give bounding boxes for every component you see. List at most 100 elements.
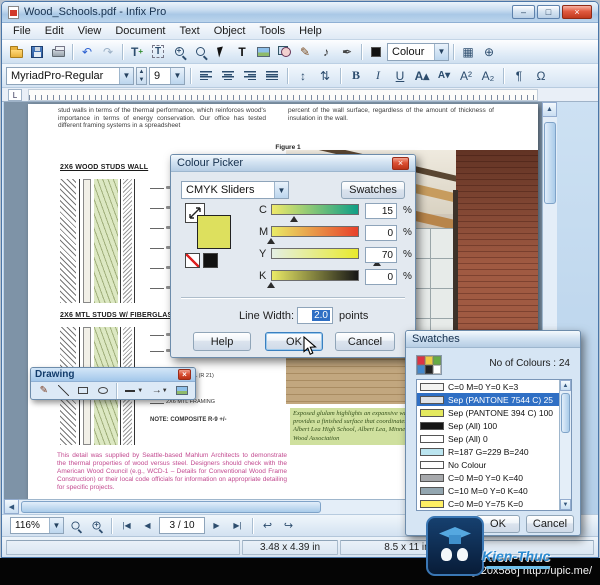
- image-tool-icon[interactable]: [253, 42, 273, 62]
- current-colour-square[interactable]: [197, 215, 231, 249]
- menu-file[interactable]: File: [6, 24, 38, 38]
- pen-tool-icon[interactable]: ✎: [295, 42, 315, 62]
- swatch-row[interactable]: Sep (All) 100: [417, 419, 559, 432]
- menu-document[interactable]: Document: [108, 24, 172, 38]
- swatch-row[interactable]: C=0 M=0 Y=75 K=0: [417, 497, 559, 510]
- colour-mode-dropdown[interactable]: CMYK Sliders ▼: [181, 181, 289, 199]
- previous-view-button[interactable]: ↩: [258, 517, 277, 534]
- add-object-icon[interactable]: ⊕: [479, 42, 499, 62]
- line-spacing-icon[interactable]: ↕: [293, 66, 313, 86]
- scroll-up-icon[interactable]: ▲: [560, 380, 571, 391]
- swatch-row[interactable]: Sep (PANTONE 394 C) 100: [417, 406, 559, 419]
- note-tool-icon[interactable]: ♪: [316, 42, 336, 62]
- character-palette-icon[interactable]: Ω: [531, 66, 551, 86]
- magenta-value-field[interactable]: 0: [365, 225, 397, 241]
- save-icon[interactable]: [27, 42, 47, 62]
- yellow-slider[interactable]: [271, 248, 359, 259]
- swatch-row[interactable]: C=0 M=0 Y=0 K=40: [417, 471, 559, 484]
- align-justify-icon[interactable]: [262, 66, 282, 86]
- zoom-tool-icon[interactable]: [190, 42, 210, 62]
- swatch-row[interactable]: R=187 G=229 B=240: [417, 445, 559, 458]
- redo-icon[interactable]: ↷: [98, 42, 118, 62]
- swatches-titlebar[interactable]: Swatches: [406, 331, 580, 348]
- help-button[interactable]: Help: [193, 332, 251, 351]
- swatch-row[interactable]: C=10 M=0 Y=0 K=40: [417, 484, 559, 497]
- menu-text[interactable]: Text: [173, 24, 207, 38]
- tab-selector[interactable]: L: [8, 89, 22, 101]
- paragraph-marks-icon[interactable]: ¶: [509, 66, 529, 86]
- minimize-button[interactable]: –: [512, 5, 535, 19]
- grid-icon[interactable]: ▦: [458, 42, 478, 62]
- select-tool-icon[interactable]: [211, 42, 231, 62]
- slider-marker-icon[interactable]: [267, 282, 275, 288]
- align-center-icon[interactable]: [218, 66, 238, 86]
- line-tool-icon[interactable]: [55, 383, 73, 398]
- vertical-scroll-thumb[interactable]: [544, 122, 556, 204]
- previous-page-button[interactable]: ◀: [138, 517, 157, 534]
- undo-icon[interactable]: ↶: [77, 42, 97, 62]
- scroll-left-icon[interactable]: ◀: [4, 499, 19, 514]
- swatch-list-scrollbar[interactable]: ▲ ▼: [559, 380, 571, 510]
- scroll-up-icon[interactable]: ▲: [542, 102, 557, 117]
- yellow-value-field[interactable]: 70: [365, 247, 397, 263]
- close-icon[interactable]: ×: [392, 157, 409, 170]
- black-value-field[interactable]: 0: [365, 269, 397, 285]
- slider-marker-icon[interactable]: [290, 216, 298, 222]
- paragraph-spacing-icon[interactable]: ⇅: [315, 66, 335, 86]
- slider-marker-icon[interactable]: [267, 238, 275, 244]
- black-colour-icon[interactable]: [203, 253, 218, 268]
- cancel-button[interactable]: Cancel: [335, 332, 395, 351]
- drawing-toolbar-titlebar[interactable]: Drawing ×: [31, 368, 195, 382]
- black-slider[interactable]: [271, 270, 359, 281]
- title-bar[interactable]: Wood_Schools.pdf - Infix Pro – □ ×: [2, 2, 598, 23]
- shapes-tool-icon[interactable]: [274, 42, 294, 62]
- close-icon[interactable]: ×: [178, 369, 191, 380]
- maximize-button[interactable]: □: [537, 5, 560, 19]
- eyedropper-icon[interactable]: ✒: [337, 42, 357, 62]
- colour-dropdown[interactable]: Colour ▼: [387, 43, 449, 61]
- zoom-in-button[interactable]: [87, 517, 106, 534]
- open-file-icon[interactable]: [6, 42, 26, 62]
- swatch-row[interactable]: No Colour: [417, 458, 559, 471]
- align-right-icon[interactable]: [240, 66, 260, 86]
- subscript-icon[interactable]: A₂: [478, 66, 498, 86]
- menu-edit[interactable]: Edit: [38, 24, 71, 38]
- rectangle-tool-icon[interactable]: [74, 383, 92, 398]
- swatch-row[interactable]: C=0 M=0 Y=0 K=3: [417, 380, 559, 393]
- last-page-button[interactable]: ▶|: [228, 517, 247, 534]
- font-family-combo[interactable]: MyriadPro-Regular ▼: [6, 67, 134, 85]
- ellipse-tool-icon[interactable]: [94, 383, 112, 398]
- swatches-ok-button[interactable]: OK: [476, 515, 520, 533]
- text-frame-icon[interactable]: T: [148, 42, 168, 62]
- menu-object[interactable]: Object: [207, 24, 253, 38]
- next-page-button[interactable]: ▶: [207, 517, 226, 534]
- zoom-out-button[interactable]: [66, 517, 85, 534]
- menu-help[interactable]: Help: [292, 24, 329, 38]
- zoom-in-icon[interactable]: [169, 42, 189, 62]
- first-page-button[interactable]: |◀: [117, 517, 136, 534]
- italic-button[interactable]: I: [368, 66, 388, 86]
- horizontal-scroll-thumb[interactable]: [21, 501, 321, 513]
- font-spinner[interactable]: ▲▼: [136, 67, 147, 85]
- insert-text-icon[interactable]: T+: [127, 42, 147, 62]
- shrink-font-icon[interactable]: A▾: [434, 66, 454, 86]
- close-button[interactable]: ×: [562, 5, 592, 19]
- scroll-down-icon[interactable]: ▼: [560, 499, 571, 510]
- magenta-slider[interactable]: [271, 226, 359, 237]
- zoom-combo[interactable]: 116% ▼: [10, 517, 64, 534]
- line-width-field[interactable]: 2.0: [297, 307, 333, 324]
- cyan-value-field[interactable]: 15: [365, 203, 397, 219]
- arrow-style-dropdown[interactable]: →▼: [148, 383, 171, 398]
- align-left-icon[interactable]: [196, 66, 216, 86]
- swatches-cancel-button[interactable]: Cancel: [526, 515, 574, 533]
- page-indicator[interactable]: 3 / 10: [159, 517, 205, 534]
- stamp-image-icon[interactable]: [173, 383, 191, 398]
- text-tool-icon[interactable]: T: [232, 42, 252, 62]
- next-view-button[interactable]: ↪: [279, 517, 298, 534]
- grow-font-icon[interactable]: A▴: [412, 66, 432, 86]
- menu-tools[interactable]: Tools: [252, 24, 292, 38]
- swatch-row-selected[interactable]: Sep (PANTONE 7544 C) 25: [417, 393, 559, 406]
- swatch-row[interactable]: Sep (All) 0: [417, 432, 559, 445]
- colour-picker-titlebar[interactable]: Colour Picker ×: [171, 155, 415, 172]
- font-size-combo[interactable]: 9 ▼: [149, 67, 185, 85]
